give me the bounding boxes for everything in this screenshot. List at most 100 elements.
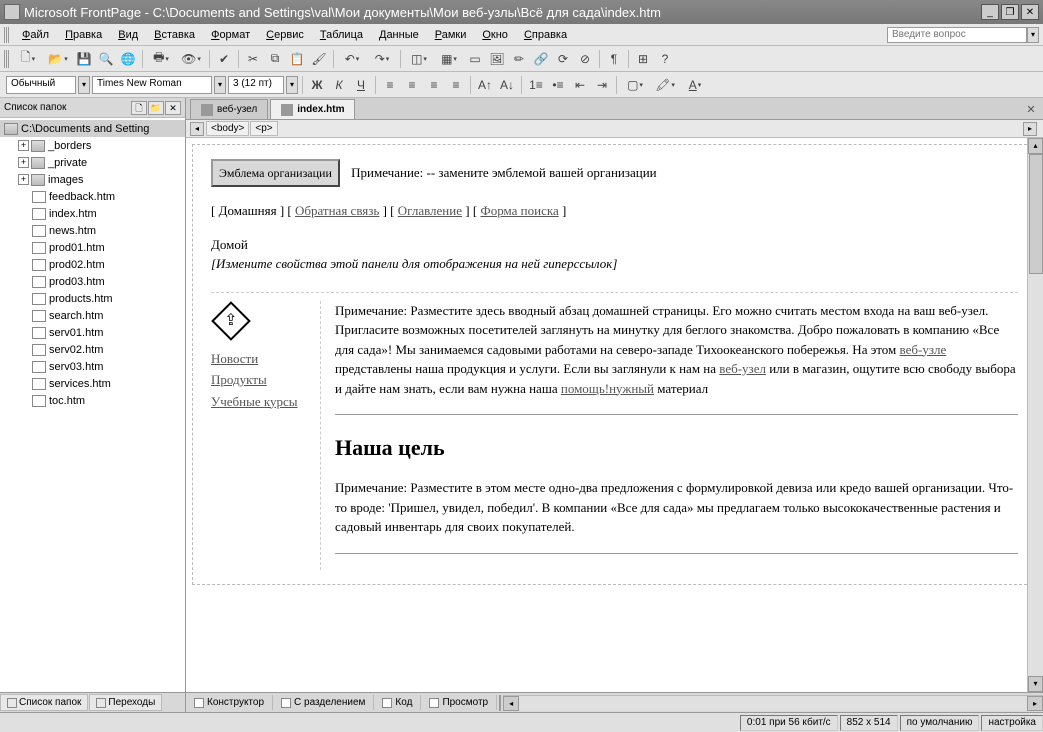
tree-folder[interactable]: +_borders (0, 137, 185, 154)
menu-file[interactable]: Файл (14, 27, 57, 43)
web-component-button[interactable]: ◫▾ (405, 49, 433, 69)
expand-icon[interactable]: + (18, 174, 29, 185)
decrease-indent-button[interactable]: ⇤ (570, 75, 590, 95)
align-left-button[interactable]: ≡ (380, 75, 400, 95)
font-color-button[interactable]: A▾ (681, 75, 709, 95)
new-page-icon[interactable]: 🗋 (131, 101, 147, 115)
font-combo[interactable]: Times New Roman (92, 76, 212, 94)
maximize-button[interactable]: ❐ (1001, 4, 1019, 20)
bullet-list-button[interactable]: •≡ (548, 75, 568, 95)
tab-navigation[interactable]: Переходы (89, 694, 162, 711)
menu-window[interactable]: Окно (474, 27, 516, 43)
search-button[interactable]: 🔍 (96, 49, 116, 69)
save-button[interactable]: 💾 (74, 49, 94, 69)
tree-file[interactable]: serv03.htm (0, 358, 185, 375)
menu-insert[interactable]: Вставка (146, 27, 203, 43)
undo-button[interactable]: ↶▾ (338, 49, 366, 69)
view-preview[interactable]: Просмотр (421, 695, 497, 710)
menu-tools[interactable]: Сервис (258, 27, 312, 43)
redo-button[interactable]: ↷▾ (368, 49, 396, 69)
open-button[interactable]: 📂▾ (44, 49, 72, 69)
emblem-placeholder[interactable]: Эмблема организации (211, 159, 340, 187)
breadcrumb-body[interactable]: <body> (206, 121, 249, 136)
breadcrumb-p[interactable]: <p> (250, 121, 277, 136)
menu-table[interactable]: Таблица (312, 27, 371, 43)
publish-button[interactable]: 🌐 (118, 49, 138, 69)
increase-indent-button[interactable]: ⇥ (592, 75, 612, 95)
drawing-button[interactable]: ✏ (509, 49, 529, 69)
layer-button[interactable]: ▭ (465, 49, 485, 69)
scroll-up-button[interactable]: ▴ (1028, 138, 1043, 154)
tree-folder[interactable]: +images (0, 171, 185, 188)
menu-data[interactable]: Данные (371, 27, 427, 43)
tab-website[interactable]: веб-узел (190, 99, 268, 119)
scroll-down-button[interactable]: ▾ (1028, 676, 1043, 692)
side-link-products[interactable]: Продукты (211, 370, 312, 390)
splitter[interactable] (499, 695, 501, 711)
bold-button[interactable]: Ж (307, 75, 327, 95)
table-button[interactable]: ▦▾ (435, 49, 463, 69)
scroll-right-button[interactable]: ▸ (1027, 696, 1043, 711)
tree-file[interactable]: serv02.htm (0, 341, 185, 358)
stop-button[interactable]: ⊘ (575, 49, 595, 69)
tree-root[interactable]: C:\Documents and Setting (0, 120, 185, 137)
menu-format[interactable]: Формат (203, 27, 258, 43)
style-combo[interactable]: Обычный (6, 76, 76, 94)
increase-font-button[interactable]: A↑ (475, 75, 495, 95)
link-website-2[interactable]: веб-узел (719, 361, 766, 376)
tab-folder-list[interactable]: Список папок (0, 694, 88, 711)
style-dropdown[interactable]: ▾ (78, 76, 90, 94)
align-justify-button[interactable]: ≡ (446, 75, 466, 95)
menu-help[interactable]: Справка (516, 27, 575, 43)
vertical-scrollbar[interactable]: ▴ ▾ (1027, 138, 1043, 692)
tree-file[interactable]: products.htm (0, 290, 185, 307)
menu-view[interactable]: Вид (110, 27, 146, 43)
link-website-1[interactable]: веб-узле (900, 342, 947, 357)
refresh-button[interactable]: ⟳ (553, 49, 573, 69)
scroll-thumb[interactable] (1029, 154, 1043, 274)
paste-button[interactable]: 📋 (287, 49, 307, 69)
tree-file[interactable]: toc.htm (0, 392, 185, 409)
italic-button[interactable]: К (329, 75, 349, 95)
show-layer-button[interactable]: ⊞ (633, 49, 653, 69)
tab-close-icon[interactable]: ✕ (1023, 103, 1039, 119)
new-button[interactable]: 🗋▾ (14, 49, 42, 69)
side-link-courses[interactable]: Учебные курсы (211, 392, 312, 412)
ask-question-input[interactable] (887, 27, 1027, 43)
tab-index[interactable]: index.htm (270, 99, 355, 119)
hyperlink-button[interactable]: 🔗 (531, 49, 551, 69)
design-canvas[interactable]: Эмблема организации Примечание: -- замен… (186, 138, 1043, 692)
view-code[interactable]: Код (374, 695, 421, 710)
tree-file[interactable]: services.htm (0, 375, 185, 392)
copy-button[interactable]: ⧉ (265, 49, 285, 69)
expand-icon[interactable]: + (18, 157, 29, 168)
folder-tree[interactable]: C:\Documents and Setting +_borders +_pri… (0, 118, 185, 692)
nav-feedback[interactable]: Обратная связь (295, 203, 379, 218)
borders-button[interactable]: ▢▾ (621, 75, 649, 95)
tree-file[interactable]: prod01.htm (0, 239, 185, 256)
tree-file[interactable]: feedback.htm (0, 188, 185, 205)
print-button[interactable]: 🖶▾ (147, 49, 175, 69)
align-right-button[interactable]: ≡ (424, 75, 444, 95)
tree-file[interactable]: index.htm (0, 205, 185, 222)
size-dropdown[interactable]: ▾ (286, 76, 298, 94)
tree-folder[interactable]: +_private (0, 154, 185, 171)
menu-frames[interactable]: Рамки (427, 27, 475, 43)
tree-file[interactable]: serv01.htm (0, 324, 185, 341)
scroll-left-button[interactable]: ◂ (503, 696, 519, 711)
decrease-font-button[interactable]: A↓ (497, 75, 517, 95)
tree-file[interactable]: prod02.htm (0, 256, 185, 273)
spellcheck-button[interactable]: ✔ (214, 49, 234, 69)
tree-file[interactable]: news.htm (0, 222, 185, 239)
cut-button[interactable]: ✂ (243, 49, 263, 69)
close-button[interactable]: ✕ (1021, 4, 1039, 20)
picture-button[interactable]: 🖼 (487, 49, 507, 69)
underline-button[interactable]: Ч (351, 75, 371, 95)
size-combo[interactable]: 3 (12 пт) (228, 76, 284, 94)
align-center-button[interactable]: ≡ (402, 75, 422, 95)
breadcrumb-prev[interactable]: ◂ (190, 122, 204, 136)
view-design[interactable]: Конструктор (186, 695, 273, 710)
minimize-button[interactable]: _ (981, 4, 999, 20)
tree-file[interactable]: search.htm (0, 307, 185, 324)
side-link-news[interactable]: Новости (211, 349, 312, 369)
